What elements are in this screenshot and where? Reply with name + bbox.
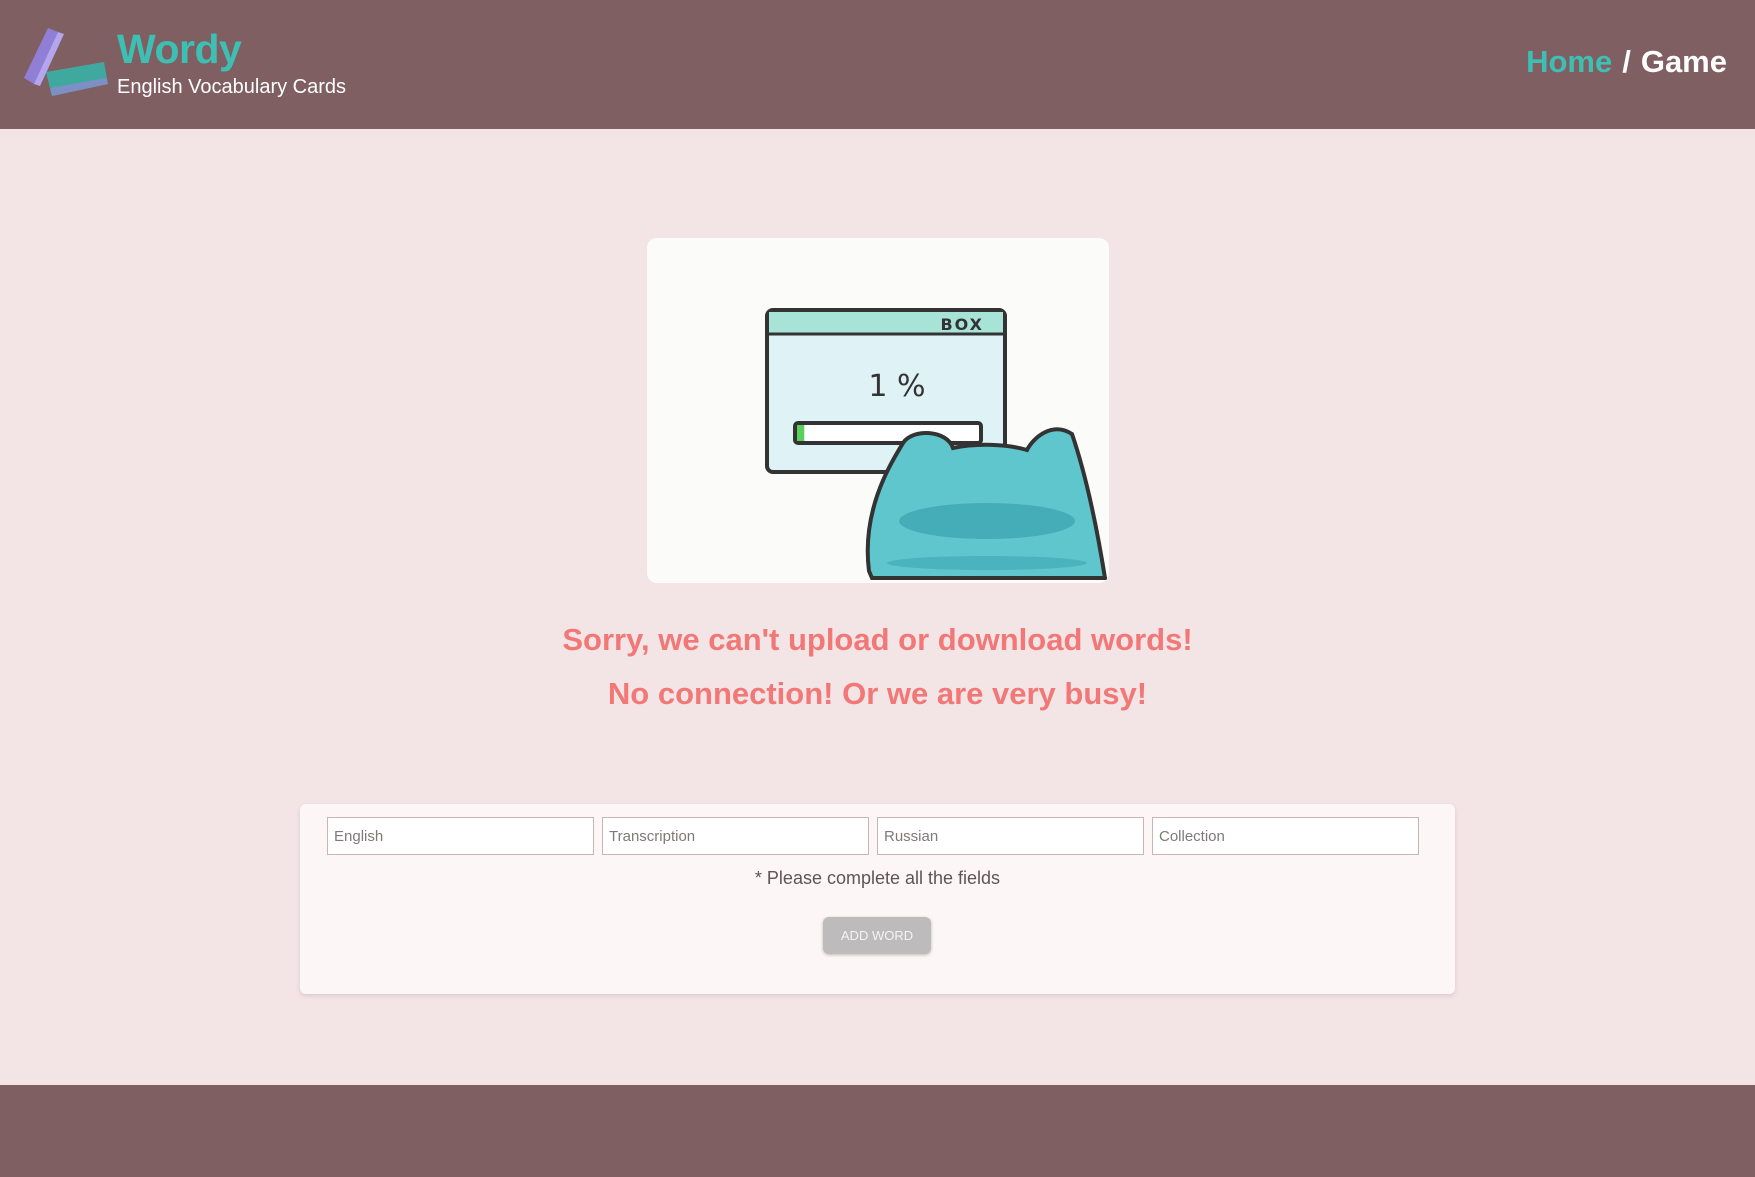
add-word-form: * Please complete all the fields ADD WOR… [300,804,1455,994]
brand-name: Wordy [117,26,242,72]
nav-current-page: Game [1640,44,1727,79]
footer [0,1085,1755,1177]
error-message-line-2: No connection! Or we are very busy! [607,676,1148,711]
russian-input[interactable] [877,817,1144,855]
form-hint: * Please complete all the fields [754,868,1001,888]
progress-percent-text: 1 % [868,369,925,404]
transcription-input[interactable] [602,817,869,855]
progress-bar-track [793,421,983,445]
error-illustration: BOX 1 % [647,238,1109,583]
breadcrumb: Home / Game [1526,44,1727,80]
collection-input[interactable] [1152,817,1419,855]
box-label: BOX [940,315,984,334]
nav-home-link[interactable]: Home [1526,44,1612,79]
english-input[interactable] [327,817,594,855]
books-logo-icon [24,28,108,96]
header: Wordy English Vocabulary Cards Home / Game [0,0,1755,129]
progress-bar-fill [797,425,805,441]
add-word-button[interactable]: ADD WORD [823,917,931,954]
brand-subtitle: English Vocabulary Cards [117,76,347,98]
error-message-line-1: Sorry, we can't upload or download words… [562,622,1193,657]
loading-cat-illustration: BOX 1 % [765,308,1108,580]
breadcrumb-separator: / [1622,44,1631,79]
